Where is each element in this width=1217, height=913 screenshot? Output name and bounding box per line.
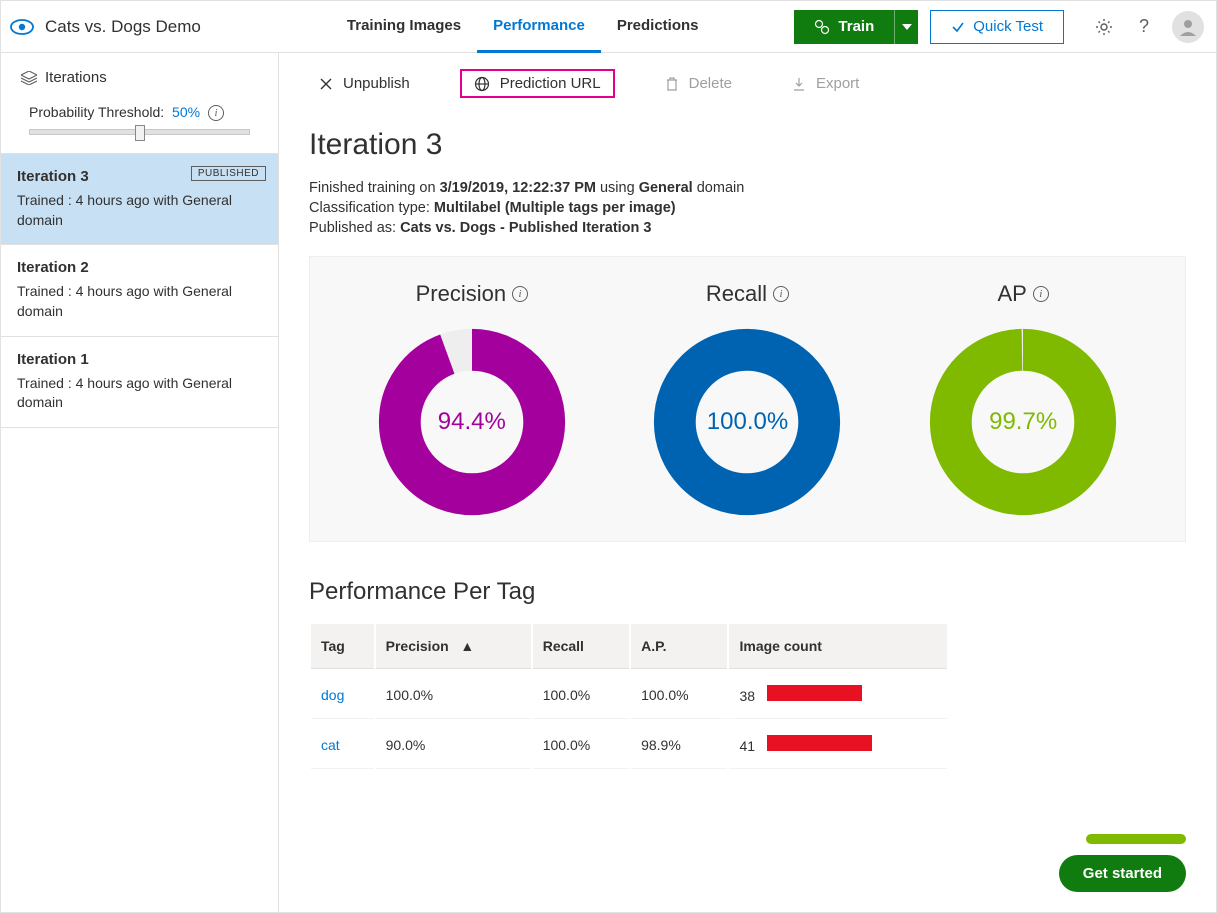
globe-icon <box>474 76 490 92</box>
finished-line: Finished training on 3/19/2019, 12:22:37… <box>309 180 1186 196</box>
col-recall[interactable]: Recall <box>533 624 629 669</box>
download-icon <box>792 76 806 92</box>
iteration-title: Iteration 1 <box>17 351 262 368</box>
train-dropdown-button[interactable] <box>894 10 918 44</box>
info-icon[interactable]: i <box>208 105 224 121</box>
iteration-item-3[interactable]: Iteration 3 PUBLISHED Trained : 4 hours … <box>1 154 278 245</box>
metric-precision-title: Precision i <box>377 281 567 307</box>
info-icon[interactable]: i <box>1033 286 1049 302</box>
info-icon[interactable]: i <box>512 286 528 302</box>
iteration-subtitle: Trained : 4 hours ago with General domai… <box>17 282 262 321</box>
table-row: cat 90.0%100.0%98.9% 41 <box>311 721 947 769</box>
train-button-label: Train <box>838 18 874 35</box>
published-line: Published as: Cats vs. Dogs - Published … <box>309 220 1186 236</box>
get-started-button[interactable]: Get started <box>1059 855 1186 892</box>
quick-test-button[interactable]: Quick Test <box>930 10 1064 44</box>
unpublish-action[interactable]: Unpublish <box>309 69 420 98</box>
table-row: dog 100.0%100.0%100.0% 38 <box>311 671 947 719</box>
delete-action: Delete <box>655 69 742 98</box>
iteration-subtitle: Trained : 4 hours ago with General domai… <box>17 191 262 230</box>
threshold-label: Probability Threshold: 50% <box>29 104 200 120</box>
metric-ap-title: AP i <box>928 281 1118 307</box>
quick-test-label: Quick Test <box>973 18 1043 35</box>
published-badge: PUBLISHED <box>191 166 266 181</box>
layers-icon <box>21 71 37 85</box>
tab-performance[interactable]: Performance <box>477 1 601 53</box>
project-name: Cats vs. Dogs Demo <box>45 17 201 37</box>
col-ap[interactable]: A.P. <box>631 624 727 669</box>
gears-icon <box>814 19 830 35</box>
settings-icon[interactable] <box>1094 17 1114 37</box>
perf-heading: Performance Per Tag <box>309 578 1186 606</box>
caret-down-icon <box>902 24 912 30</box>
metrics-panel: Precision i 94.4% Recall i <box>309 256 1186 542</box>
iteration-item-2[interactable]: Iteration 2 Trained : 4 hours ago with G… <box>1 245 278 336</box>
recall-donut: 100.0% <box>652 327 842 517</box>
trash-icon <box>665 76 679 92</box>
ap-donut: 99.7% <box>928 327 1118 517</box>
tab-predictions[interactable]: Predictions <box>601 1 715 53</box>
col-image-count[interactable]: Image count <box>729 624 947 669</box>
check-icon <box>951 20 965 34</box>
prediction-url-label: Prediction URL <box>500 75 601 92</box>
help-icon[interactable]: ? <box>1134 17 1154 37</box>
train-button[interactable]: Train <box>794 10 894 44</box>
iteration-title: Iteration 2 <box>17 259 262 276</box>
user-avatar[interactable] <box>1172 11 1204 43</box>
prediction-url-action[interactable]: Prediction URL <box>460 69 615 98</box>
metric-recall-title: Recall i <box>652 281 842 307</box>
export-action: Export <box>782 69 869 98</box>
loading-shimmer <box>1086 834 1186 844</box>
delete-label: Delete <box>689 75 732 92</box>
sidebar-heading: Iterations <box>1 53 278 96</box>
threshold-slider[interactable] <box>29 129 250 135</box>
iteration-item-1[interactable]: Iteration 1 Trained : 4 hours ago with G… <box>1 337 278 428</box>
export-label: Export <box>816 75 859 92</box>
tag-link[interactable]: cat <box>321 737 340 753</box>
product-logo-icon <box>9 17 35 37</box>
tab-training-images[interactable]: Training Images <box>331 1 477 53</box>
unpublish-label: Unpublish <box>343 75 410 92</box>
iteration-subtitle: Trained : 4 hours ago with General domai… <box>17 374 262 413</box>
classification-line: Classification type: Multilabel (Multipl… <box>309 200 1186 216</box>
close-icon <box>319 77 333 91</box>
col-precision[interactable]: Precision ▲ <box>376 624 531 669</box>
col-tag[interactable]: Tag <box>311 624 374 669</box>
perf-table: Tag Precision ▲ Recall A.P. Image count … <box>309 622 949 771</box>
tag-link[interactable]: dog <box>321 687 344 703</box>
info-icon[interactable]: i <box>773 286 789 302</box>
page-title: Iteration 3 <box>309 128 1186 162</box>
precision-donut: 94.4% <box>377 327 567 517</box>
